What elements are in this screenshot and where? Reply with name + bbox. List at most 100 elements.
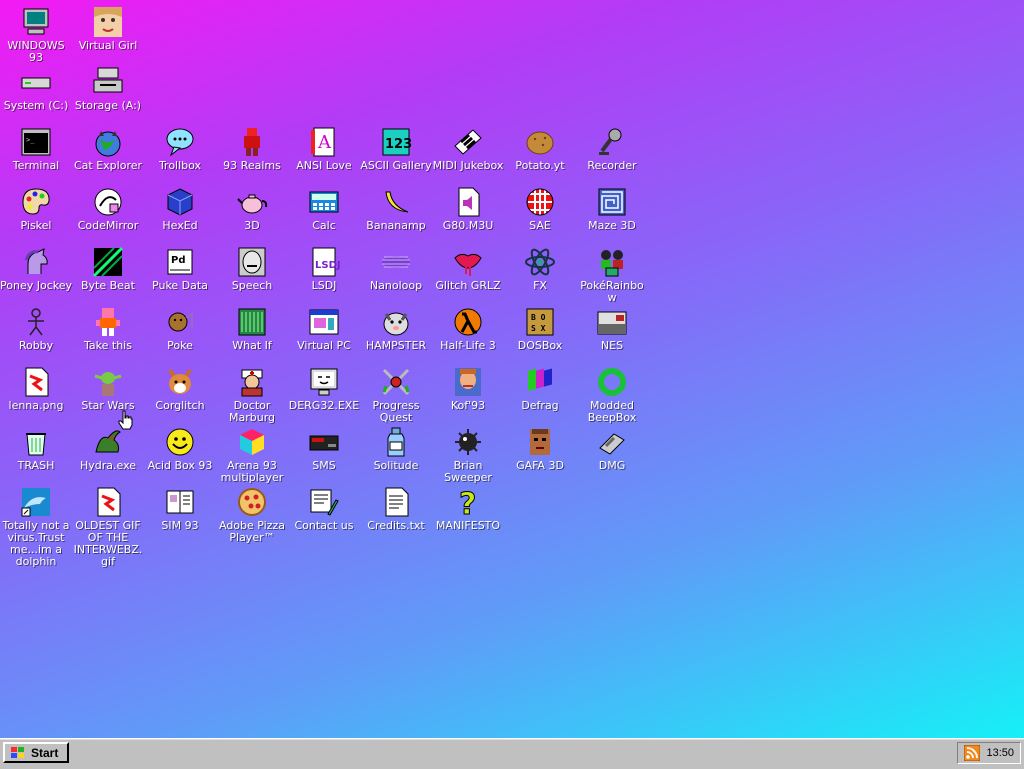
desktop-icon-kof-93[interactable]: Kof'93 xyxy=(432,362,504,422)
desktop-icon-puke-data[interactable]: Pd Puke Data xyxy=(144,242,216,302)
desktop-icon-acid-box-93[interactable]: Acid Box 93 xyxy=(144,422,216,482)
pony-icon xyxy=(20,246,52,278)
desktop-icon-trash[interactable]: TRASH xyxy=(0,422,72,482)
desktop-icon-virtual-pc[interactable]: Virtual PC xyxy=(288,302,360,362)
desktop-icon-oldest-gif-of-the-interwebz-gif[interactable]: OLDEST GIF OF THE INTERWEBZ.gif xyxy=(72,482,144,568)
desktop-icon-windows-93[interactable]: WINDOWS 93 xyxy=(0,2,72,64)
desktop-icon-poke[interactable]: Poke xyxy=(144,302,216,362)
desktop-icon-label: Hydra.exe xyxy=(79,459,137,472)
amiga-ball-icon xyxy=(524,186,556,218)
desktop-icon-robby[interactable]: Robby xyxy=(0,302,72,362)
desktop-icon-maze-3d[interactable]: Maze 3D xyxy=(576,182,648,242)
desktop-icon-ascii-gallery[interactable]: 123 ASCII Gallery xyxy=(360,122,432,182)
teapot-icon xyxy=(236,186,268,218)
desktop-icon-gafa-3d[interactable]: GAFA 3D xyxy=(504,422,576,482)
desktop-icon-adobe-pizza-player[interactable]: Adobe Pizza Player™ xyxy=(216,482,288,544)
desktop-icon-sim-93[interactable]: SIM 93 xyxy=(144,482,216,542)
desktop-icon-label: 3D xyxy=(244,219,260,232)
dolphin-icon xyxy=(20,486,52,518)
desktop-icon-ansi-love[interactable]: A ANSI Love xyxy=(288,122,360,182)
question-mark-icon: ? xyxy=(452,486,484,519)
desktop-icon-defrag[interactable]: Defrag xyxy=(504,362,576,422)
desktop-icon-half-life-3[interactable]: Half-Life 3 xyxy=(432,302,504,362)
lips-icon xyxy=(452,246,484,278)
svg-text:123: 123 xyxy=(385,137,412,152)
desktop-icon-solitude[interactable]: Solitude xyxy=(360,422,432,482)
desktop-icon-speech[interactable]: Speech xyxy=(216,242,288,302)
desktop-icon-label: Modded BeepBox xyxy=(587,399,637,424)
desktop-icon-label: Acid Box 93 xyxy=(147,459,213,472)
desktop-icon-contact-us[interactable]: Contact us xyxy=(288,482,360,542)
nes-console-icon xyxy=(596,306,628,338)
desktop-icon-star-wars[interactable]: Star Wars xyxy=(72,362,144,422)
desktop-icon-hydra-exe[interactable]: Hydra.exe xyxy=(72,422,144,482)
desktop-icon-pok-rainbow[interactable]: PokéRainbow xyxy=(576,242,648,304)
hydra-icon xyxy=(92,426,124,458)
desktop-icon-sae[interactable]: SAE xyxy=(504,182,576,242)
desktop-icon-lenna-png[interactable]: lenna.png xyxy=(0,362,72,422)
desktop-icon-credits-txt[interactable]: Credits.txt xyxy=(360,482,432,542)
desktop-icon-poney-jockey[interactable]: Poney Jockey xyxy=(0,242,72,302)
desktop-icon-93-realms[interactable]: 93 Realms xyxy=(216,122,288,182)
desktop-icon-label: Half-Life 3 xyxy=(440,339,496,352)
gif-file-icon xyxy=(92,486,124,518)
desktop-icon-3d[interactable]: 3D xyxy=(216,182,288,242)
desktop-icon-glitch-grlz[interactable]: Glitch GRLZ xyxy=(432,242,504,302)
desktop-icon-modded-beepbox[interactable]: Modded BeepBox xyxy=(576,362,648,424)
hamster-icon xyxy=(380,306,412,338)
desktop-icon-label: MIDI Jukebox xyxy=(432,159,504,172)
desktop-icon-sms[interactable]: SMS xyxy=(288,422,360,482)
desktop-icon-byte-beat[interactable]: Byte Beat xyxy=(72,242,144,302)
desktop-icon-totally-not-a-virus-trust-me-im-a-dolphin[interactable]: Totally not a virus.Trust me...im a dolp… xyxy=(0,482,72,568)
desktop-icon-terminal[interactable]: >_ Terminal xyxy=(0,122,72,182)
desktop-icon-potato-yt[interactable]: Potato.yt xyxy=(504,122,576,182)
desktop-icon-g80-m3u[interactable]: G80.M3U xyxy=(432,182,504,242)
desktop-icon-hampster[interactable]: HAMPSTER xyxy=(360,302,432,362)
desktop-icon-what-if[interactable]: What If xyxy=(216,302,288,362)
corgi-icon xyxy=(164,366,196,398)
desktop-icon-nanoloop[interactable]: Nanoloop xyxy=(360,242,432,302)
desktop-icon-lsdj[interactable]: LSDJ LSDJ xyxy=(288,242,360,302)
nanoloop-icon xyxy=(380,246,412,278)
desktop-icon-brian-sweeper[interactable]: Brian Sweeper xyxy=(432,422,504,484)
desktop-icon-storage-a[interactable]: Storage (A:) xyxy=(72,62,144,122)
desktop-icon-arena-93-multiplayer[interactable]: Arena 93 multiplayer xyxy=(216,422,288,484)
desktop-icon-dosbox[interactable]: B O S X DOSBox xyxy=(504,302,576,362)
desktop-icon-trollbox[interactable]: Trollbox xyxy=(144,122,216,182)
microphone-icon xyxy=(596,126,628,158)
desktop-icon-label: Poney Jockey xyxy=(0,279,72,292)
green-ring-icon xyxy=(596,366,628,398)
desktop-icon-manifesto[interactable]: ? MANIFESTO xyxy=(432,482,504,542)
dosbox-icon: B O S X xyxy=(524,306,556,338)
desktop-icon-dmg[interactable]: DMG xyxy=(576,422,648,482)
desktop-icon-bananamp[interactable]: Bananamp xyxy=(360,182,432,242)
text-file-icon xyxy=(380,486,412,518)
desktop-icon-label: Virtual PC xyxy=(297,339,351,352)
chat-bubble-icon xyxy=(164,126,196,158)
desktop-icon-system-c[interactable]: System (C:) xyxy=(0,62,72,122)
desktop-icon-corglitch[interactable]: Corglitch xyxy=(144,362,216,422)
desktop-icon-progress-quest[interactable]: Progress Quest xyxy=(360,362,432,424)
doctor-icon xyxy=(236,366,268,398)
desktop-icon-recorder[interactable]: Recorder xyxy=(576,122,648,182)
desktop-icon-take-this[interactable]: Take this xyxy=(72,302,144,362)
desktop-icon-label: Maze 3D xyxy=(588,219,636,232)
desktop-icon-calc[interactable]: Calc xyxy=(288,182,360,242)
desktop-icon-label: TRASH xyxy=(17,459,55,472)
desktop-icon-virtual-girl[interactable]: Virtual Girl xyxy=(72,2,144,62)
desktop-icon-label: Solitude xyxy=(373,459,419,472)
desktop-icon-nes[interactable]: NES xyxy=(576,302,648,362)
desktop-icon-doctor-marburg[interactable]: Doctor Marburg xyxy=(216,362,288,424)
bytebeat-icon xyxy=(92,246,124,278)
desktop-icon-piskel[interactable]: Piskel xyxy=(0,182,72,242)
contact-icon xyxy=(308,486,340,518)
desktop-icon-label: SAE xyxy=(529,219,551,232)
start-button[interactable]: Start xyxy=(3,742,69,763)
desktop-icon-fx[interactable]: FX xyxy=(504,242,576,302)
desktop-icon-derg32-exe[interactable]: DERG32.EXE xyxy=(288,362,360,422)
desktop-icon-cat-explorer[interactable]: Cat Explorer xyxy=(72,122,144,182)
rss-feed-icon[interactable] xyxy=(964,745,981,761)
desktop-icon-hexed[interactable]: HexEd xyxy=(144,182,216,242)
desktop-icon-midi-jukebox[interactable]: MIDI Jukebox xyxy=(432,122,504,182)
desktop-icon-codemirror[interactable]: CodeMirror xyxy=(72,182,144,242)
